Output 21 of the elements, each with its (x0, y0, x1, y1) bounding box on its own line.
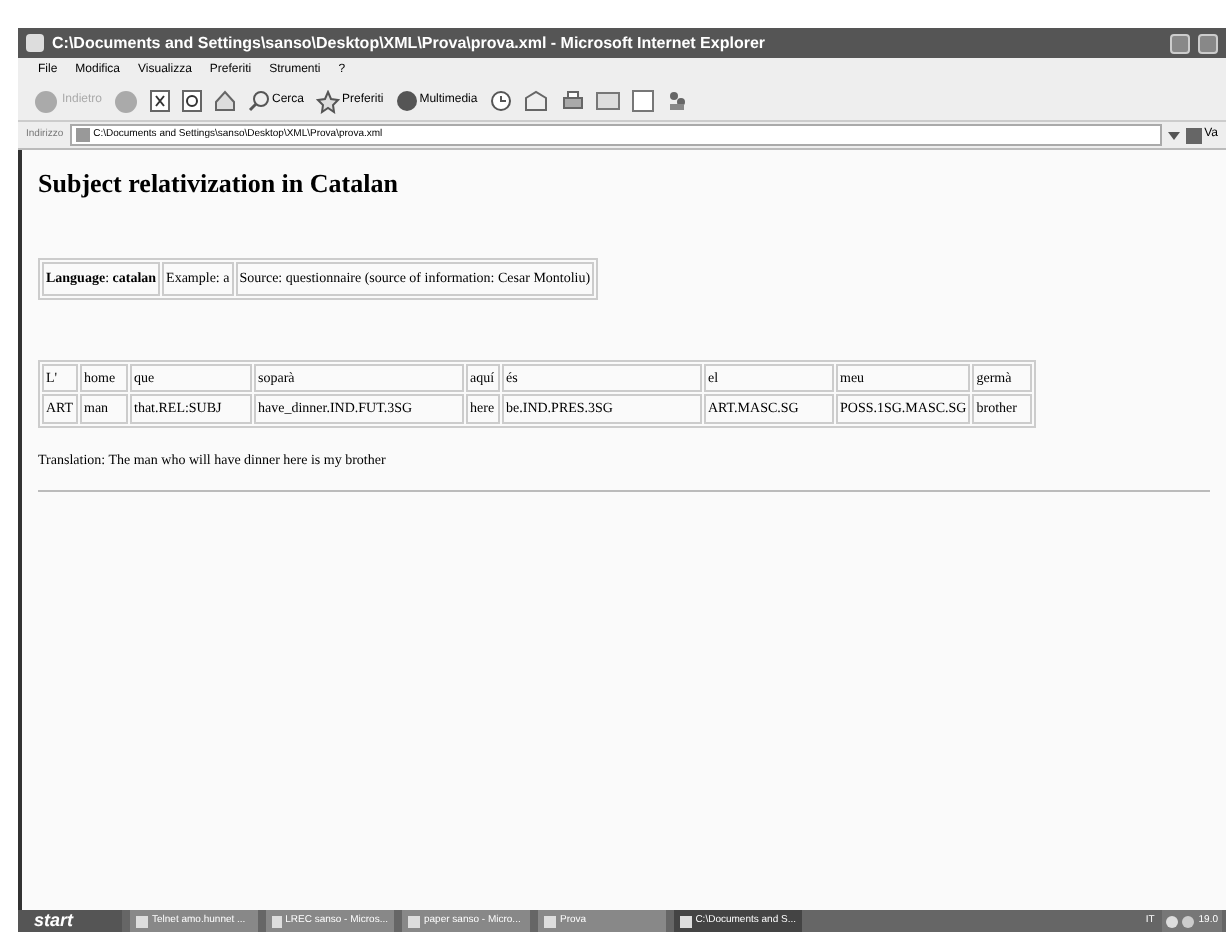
home-icon[interactable] (214, 90, 237, 112)
dropdown-icon[interactable] (1168, 129, 1181, 141)
minimize-button[interactable] (1170, 33, 1190, 53)
search-icon (248, 90, 271, 112)
refresh-icon[interactable] (182, 90, 203, 112)
browser-icon (26, 34, 44, 52)
maximize-button[interactable] (1198, 33, 1218, 53)
window-icon (680, 915, 692, 927)
window-title: C:\Documents and Settings\sanso\Desktop\XML\Prova\prova.xml - Microsoft Internet Explorer (52, 31, 766, 55)
people-icon[interactable] (665, 90, 688, 112)
window-icon (272, 915, 282, 927)
start-button[interactable]: start (18, 910, 122, 932)
page-icon (75, 128, 90, 142)
stop-icon[interactable] (150, 90, 171, 112)
window-icon (408, 915, 420, 927)
window-icon (136, 915, 148, 927)
printer-icon[interactable] (561, 90, 584, 112)
star-icon (316, 89, 341, 113)
history-icon[interactable] (489, 90, 512, 112)
page-heading: Subject relativization in Catalan (38, 170, 400, 196)
window-icon (544, 915, 556, 927)
